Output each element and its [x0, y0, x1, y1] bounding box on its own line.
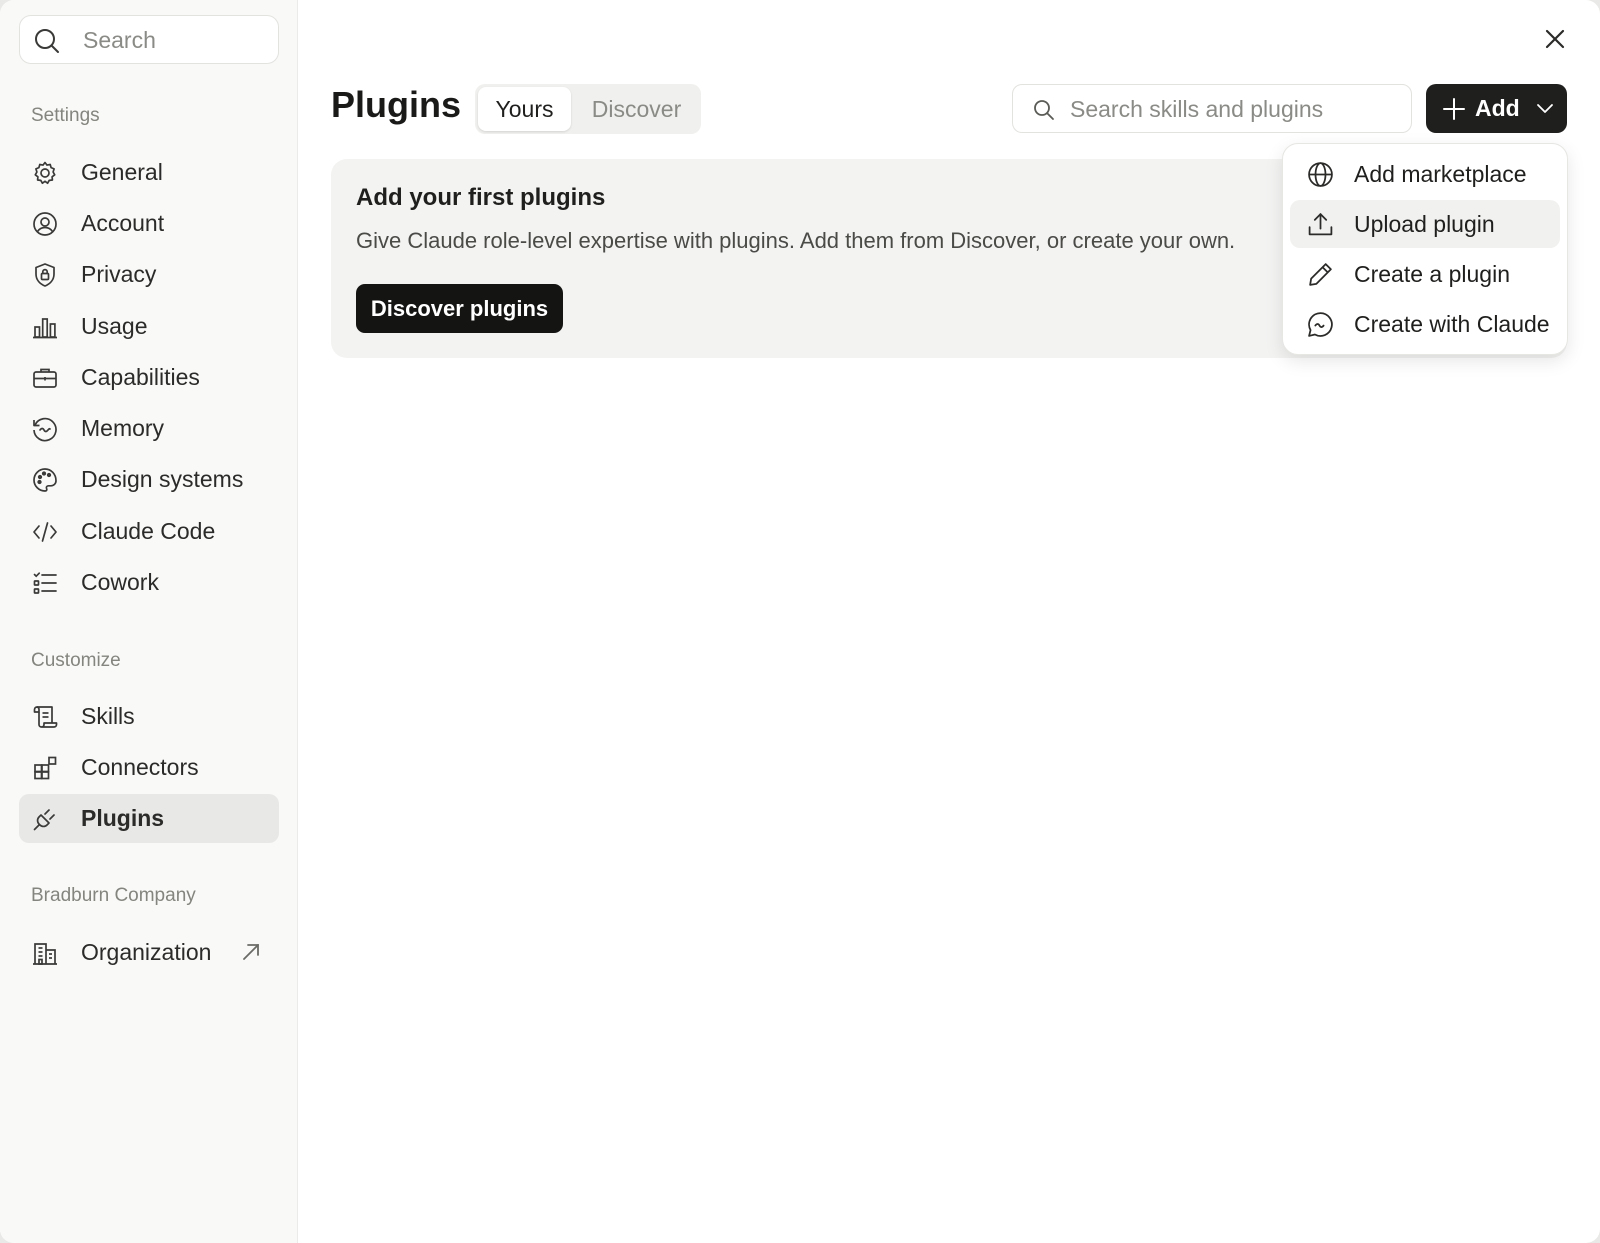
- sidebar-item-label: Privacy: [81, 261, 157, 287]
- settings-window: Settings General Account Privacy Usage C…: [0, 0, 1600, 1243]
- sidebar-item-label: Memory: [81, 415, 165, 441]
- add-button-label: Add: [1475, 95, 1520, 121]
- sidebar-item-general[interactable]: General: [19, 148, 279, 197]
- palette-icon: [33, 468, 57, 492]
- section-label-customize: Customize: [31, 650, 121, 671]
- search-icon: [1034, 100, 1054, 120]
- sidebar-item-label: Skills: [81, 703, 135, 729]
- card-description: Give Claude role-level expertise with pl…: [356, 228, 1236, 253]
- chat-bubble-icon: [1308, 312, 1333, 337]
- sidebar-item-organization[interactable]: Organization: [19, 928, 279, 977]
- tab-yours[interactable]: Yours: [478, 87, 571, 131]
- plus-icon: [1443, 98, 1465, 120]
- sidebar-item-label: Cowork: [81, 569, 159, 595]
- page-title: Plugins: [331, 84, 462, 125]
- search-icon: [35, 29, 59, 53]
- scroll-icon: [33, 706, 58, 728]
- sidebar-item-label: Account: [81, 210, 165, 236]
- sidebar-item-claude-code[interactable]: Claude Code: [19, 507, 279, 556]
- close-icon[interactable]: [1540, 24, 1570, 54]
- briefcase-icon: [33, 368, 57, 388]
- gear-icon: [34, 161, 56, 185]
- menu-item-label: Create a plugin: [1354, 261, 1510, 287]
- pencil-icon: [1309, 263, 1332, 286]
- menu-item-label: Add marketplace: [1354, 161, 1527, 187]
- bar-chart-icon: [33, 318, 57, 339]
- card-title: Add your first plugins: [356, 184, 606, 211]
- plug-icon: [33, 809, 55, 831]
- sidebar-search-input[interactable]: [81, 16, 270, 65]
- sidebar-item-skills[interactable]: Skills: [19, 692, 279, 741]
- menu-item-label: Create with Claude: [1354, 311, 1550, 337]
- checklist-icon: [33, 572, 57, 594]
- code-icon: [33, 522, 57, 542]
- sidebar-item-label: Capabilities: [81, 364, 200, 390]
- external-link-icon: [243, 944, 259, 960]
- menu-item-upload-plugin[interactable]: Upload plugin: [1290, 200, 1560, 248]
- sidebar-item-cowork[interactable]: Cowork: [19, 558, 279, 607]
- menu-item-label: Upload plugin: [1354, 211, 1495, 237]
- plugin-search[interactable]: [1012, 84, 1412, 134]
- sidebar-item-memory[interactable]: Memory: [19, 404, 279, 453]
- sidebar-item-label: Usage: [81, 313, 148, 339]
- sidebar-item-connectors[interactable]: Connectors: [19, 743, 279, 792]
- add-dropdown-menu: Add marketplace Upload plugin Create a p…: [1282, 143, 1568, 355]
- memory-icon: [33, 417, 57, 442]
- sidebar-item-privacy[interactable]: Privacy: [19, 250, 279, 299]
- globe-icon: [1308, 162, 1333, 187]
- section-label-organization: Bradburn Company: [31, 885, 196, 906]
- building-icon: [33, 943, 57, 965]
- sidebar: Settings General Account Privacy Usage C…: [0, 0, 298, 1243]
- shield-lock-icon: [35, 263, 55, 287]
- menu-item-create-plugin[interactable]: Create a plugin: [1290, 250, 1560, 298]
- sidebar-item-label: Organization: [81, 939, 212, 965]
- plugin-search-input[interactable]: [1068, 85, 1402, 134]
- sidebar-item-usage[interactable]: Usage: [19, 302, 279, 351]
- sidebar-search[interactable]: [19, 15, 279, 65]
- tab-discover[interactable]: Discover: [575, 87, 698, 131]
- menu-item-add-marketplace[interactable]: Add marketplace: [1290, 150, 1560, 198]
- sidebar-item-label: Design systems: [81, 466, 244, 492]
- add-button[interactable]: Add: [1426, 84, 1567, 133]
- sidebar-item-label: General: [81, 159, 163, 185]
- grid-plus-icon: [34, 756, 57, 780]
- upload-icon: [1308, 213, 1333, 236]
- tab-group: Yours Discover: [475, 84, 701, 134]
- sidebar-item-account[interactable]: Account: [19, 199, 279, 248]
- discover-plugins-button[interactable]: Discover plugins: [356, 284, 563, 333]
- sidebar-item-design-systems[interactable]: Design systems: [19, 455, 279, 504]
- section-label-settings: Settings: [31, 105, 100, 126]
- chevron-down-icon: [1537, 104, 1553, 113]
- sidebar-item-label: Claude Code: [81, 518, 216, 544]
- sidebar-item-label: Connectors: [81, 754, 199, 780]
- sidebar-item-label: Plugins: [81, 805, 165, 831]
- sidebar-item-capabilities[interactable]: Capabilities: [19, 353, 279, 402]
- menu-item-create-with-claude[interactable]: Create with Claude: [1290, 300, 1560, 348]
- user-circle-icon: [33, 212, 57, 236]
- sidebar-item-plugins[interactable]: Plugins: [19, 794, 279, 843]
